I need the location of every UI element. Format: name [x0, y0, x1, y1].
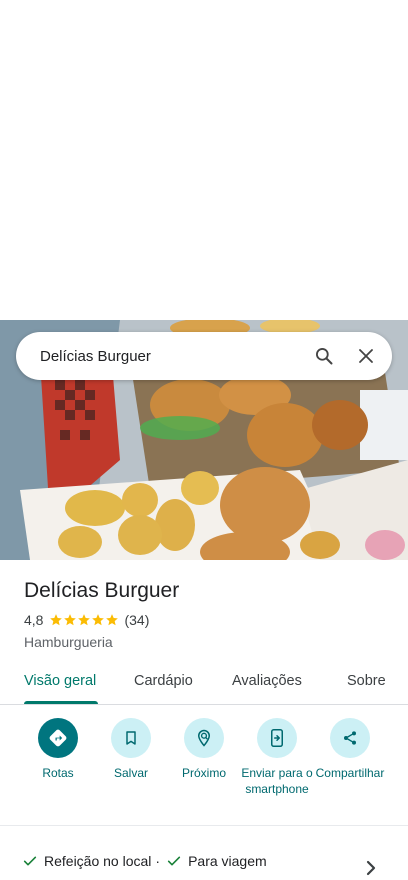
- tab-overview[interactable]: Visão geral: [24, 673, 96, 689]
- search-icon[interactable]: [312, 344, 336, 368]
- service-options[interactable]: Refeição no local · Para viagem: [22, 853, 362, 869]
- share-label: Compartilhar: [315, 766, 385, 780]
- feature-separator: ·: [155, 853, 161, 869]
- rating-value: 4,8: [24, 612, 44, 628]
- rating-row[interactable]: 4,8 (34): [24, 612, 392, 628]
- send-to-phone-button[interactable]: Enviar para o smartphone: [237, 718, 317, 797]
- star-icon: [78, 614, 91, 626]
- close-icon[interactable]: [354, 344, 378, 368]
- nearby-button[interactable]: Próximo: [164, 718, 244, 781]
- directions-label: Rotas: [42, 766, 74, 780]
- place-info: Delícias Burguer 4,8 (34) Hamburgueria: [24, 578, 392, 650]
- search-bar[interactable]: Delícias Burguer: [16, 332, 392, 380]
- tab-reviews[interactable]: Avaliações: [232, 673, 302, 689]
- directions-button[interactable]: Rotas: [18, 718, 98, 781]
- tab-about[interactable]: Sobre: [347, 673, 386, 689]
- check-icon: [167, 856, 181, 866]
- star-icon: [50, 614, 63, 626]
- map-area: [0, 0, 408, 320]
- save-button[interactable]: Salvar: [91, 718, 171, 781]
- review-count[interactable]: (34): [124, 612, 149, 628]
- send-to-phone-label: Enviar para o smartphone: [241, 766, 313, 796]
- nearby-icon: [184, 718, 224, 758]
- share-icon: [330, 718, 370, 758]
- feature-takeaway: Para viagem: [188, 853, 267, 869]
- star-icon: [106, 614, 119, 626]
- send-to-phone-icon: [257, 718, 297, 758]
- search-query[interactable]: Delícias Burguer: [40, 348, 294, 365]
- chevron-right-icon[interactable]: [364, 860, 378, 876]
- nearby-label: Próximo: [181, 766, 226, 780]
- check-icon: [23, 856, 37, 866]
- action-buttons: Rotas Salvar Próximo Enviar para o smart…: [0, 718, 408, 824]
- place-category[interactable]: Hamburgueria: [24, 634, 392, 650]
- directions-icon: [38, 718, 78, 758]
- section-divider: [0, 825, 408, 826]
- tab-menu[interactable]: Cardápio: [134, 673, 193, 689]
- bookmark-icon: [111, 718, 151, 758]
- save-label: Salvar: [113, 766, 148, 780]
- star-icon: [92, 614, 105, 626]
- share-button[interactable]: Compartilhar: [310, 718, 390, 781]
- star-icon: [64, 614, 77, 626]
- tab-bar: Visão geral Cardápio Avaliações Sobre: [0, 664, 408, 705]
- place-title: Delícias Burguer: [24, 579, 180, 602]
- star-rating: [49, 613, 119, 627]
- feature-dine-in: Refeição no local: [44, 853, 152, 869]
- active-tab-indicator: [24, 701, 98, 704]
